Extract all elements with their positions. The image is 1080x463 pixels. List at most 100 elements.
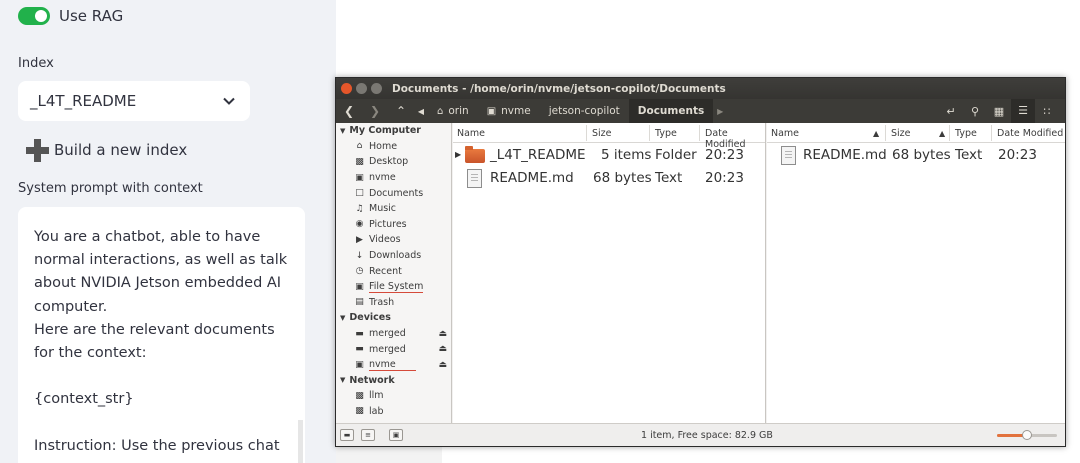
file-name: README.md	[803, 147, 887, 163]
maximize-window-button[interactable]	[371, 83, 382, 94]
column-size[interactable]: Size	[891, 128, 911, 139]
hide-sidebar-button[interactable]: ▣	[389, 429, 403, 441]
breadcrumb-right-icon[interactable]: ▶	[713, 107, 727, 116]
place-file-system[interactable]: ▣ File System	[336, 279, 451, 295]
use-rag-toggle-row[interactable]: Use RAG	[18, 4, 123, 28]
column-size[interactable]: Size	[592, 128, 612, 139]
up-arrow-icon[interactable]: ⌃	[388, 104, 414, 118]
sort-ascending-icon[interactable]: ▲	[873, 129, 879, 138]
breadcrumb-orin[interactable]: ⌂ orin	[428, 99, 478, 123]
plus-icon	[26, 138, 49, 162]
place-videos[interactable]: ▶ Videos	[336, 232, 451, 248]
text-file-icon	[781, 146, 796, 165]
file-row[interactable]: README.md 68 bytes Text 20:23	[767, 144, 1065, 167]
section-devices[interactable]: ▼ Devices	[336, 310, 451, 326]
toggle-knob	[35, 10, 47, 22]
eject-icon[interactable]: ⏏	[438, 329, 447, 339]
place-pictures[interactable]: ◉ Pictures	[336, 217, 451, 233]
compact-view-icon[interactable]: ∷	[1035, 105, 1059, 118]
icon-view-icon[interactable]: ▦	[987, 105, 1011, 118]
breadcrumb-nvme[interactable]: ▣ nvme	[478, 99, 540, 123]
trash-icon: ▤	[355, 297, 364, 308]
show-places-button[interactable]: ▬	[340, 429, 354, 441]
file-name: _L4T_README	[490, 147, 586, 163]
section-network[interactable]: ▼ Network	[336, 373, 451, 389]
index-select[interactable]: _L4T_README	[18, 81, 250, 121]
place-label: nvme	[369, 172, 396, 184]
system-prompt-textarea[interactable]: You are a chatbot, able to have normal i…	[18, 207, 305, 463]
section-my-computer[interactable]: ▼ My Computer	[336, 123, 451, 139]
file-row[interactable]: README.md 68 bytes Text 20:23	[453, 167, 765, 190]
zoom-slider[interactable]	[997, 430, 1057, 440]
place-recent[interactable]: ◷ Recent	[336, 263, 451, 279]
system-prompt-text: You are a chatbot, able to have normal i…	[34, 229, 288, 454]
device-nvme[interactable]: ▣ nvme ⏏	[336, 357, 451, 373]
breadcrumb-label: orin	[448, 105, 469, 117]
drive-icon: ▬	[355, 328, 364, 339]
place-desktop[interactable]: ▩ Desktop	[336, 154, 451, 170]
place-label: merged	[369, 328, 406, 340]
index-select-value: _L4T_README	[30, 92, 137, 110]
place-music[interactable]: ♫ Music	[336, 201, 451, 217]
desktop-icon: ▩	[355, 156, 364, 167]
column-name[interactable]: Name	[457, 128, 485, 139]
downloads-icon: ↓	[355, 250, 364, 261]
place-trash[interactable]: ▤ Trash	[336, 295, 451, 311]
device-merged-1[interactable]: ▬ merged ⏏	[336, 326, 451, 342]
file-size: 68 bytes	[593, 170, 652, 186]
back-arrow-icon[interactable]: ❮	[336, 104, 362, 118]
recent-icon: ◷	[355, 266, 364, 277]
breadcrumb-documents[interactable]: Documents	[628, 99, 714, 123]
network-lab[interactable]: ▩ lab	[336, 404, 451, 420]
pictures-icon: ◉	[355, 219, 364, 230]
forward-arrow-icon[interactable]: ❯	[362, 104, 388, 118]
place-documents[interactable]: □ Documents	[336, 185, 451, 201]
home-icon: ⌂	[356, 141, 363, 152]
column-type[interactable]: Type	[955, 128, 977, 139]
nav-toolbar: ❮ ❯ ⌃ ◀ ⌂ orin ▣ nvme jetson-copilot Docum…	[336, 99, 1065, 123]
status-bar: ▬ ≡ ▣ 1 item, Free space: 82.9 GB	[336, 423, 1065, 446]
places-sidebar: ▼ My Computer ⌂ Home ▩ Desktop ▣ nvme □ Docum…	[336, 123, 452, 423]
build-index-button[interactable]: Build a new index	[26, 138, 187, 162]
network-llm[interactable]: ▩ llm	[336, 388, 451, 404]
list-view-icon[interactable]: ☰	[1011, 99, 1035, 123]
minimize-window-button[interactable]	[356, 83, 367, 94]
place-label: nvme	[369, 359, 416, 371]
column-date[interactable]: Date Modified	[997, 128, 1063, 139]
drive-icon: ▣	[486, 105, 497, 117]
place-label: Documents	[369, 187, 424, 199]
breadcrumb-jetson-copilot[interactable]: jetson-copilot	[540, 99, 629, 123]
file-date: 20:23	[705, 170, 744, 186]
sort-icon[interactable]: ▲	[939, 129, 945, 138]
column-name[interactable]: Name	[771, 128, 799, 139]
column-type[interactable]: Type	[655, 128, 677, 139]
build-index-label: Build a new index	[54, 141, 188, 159]
breadcrumb-label: Documents	[637, 105, 705, 117]
file-manager-window: Documents - /home/orin/nvme/jetson-copil…	[335, 77, 1066, 447]
place-downloads[interactable]: ↓ Downloads	[336, 248, 451, 264]
file-pane-left: Name Size Type Date Modified ▶ _L4T_READ…	[453, 123, 766, 423]
column-header: Name ▲ Size ▲ Type Date Modified	[767, 123, 1065, 143]
window-titlebar[interactable]: Documents - /home/orin/nvme/jetson-copil…	[336, 78, 1065, 99]
network-icon: ▩	[355, 390, 364, 401]
close-window-button[interactable]	[341, 83, 352, 94]
place-home[interactable]: ⌂ Home	[336, 139, 451, 155]
eject-icon[interactable]: ⏏	[438, 344, 447, 354]
place-nvme[interactable]: ▣ nvme	[336, 170, 451, 186]
chevron-down-icon	[223, 97, 235, 105]
place-label: Downloads	[369, 250, 422, 262]
location-toggle-icon[interactable]: ↵	[939, 105, 963, 118]
breadcrumb-left-icon[interactable]: ◀	[414, 107, 428, 116]
device-merged-2[interactable]: ▬ merged ⏏	[336, 341, 451, 357]
place-label: lab	[369, 405, 384, 417]
show-tree-button[interactable]: ≡	[361, 429, 375, 441]
use-rag-toggle[interactable]	[18, 7, 50, 25]
expand-triangle-icon[interactable]: ▶	[455, 150, 461, 159]
file-row[interactable]: ▶ _L4T_README 5 items Folder 20:23	[453, 144, 765, 167]
zoom-slider-handle[interactable]	[1022, 430, 1032, 440]
column-header: Name Size Type Date Modified	[453, 123, 765, 150]
search-icon[interactable]: ⚲	[963, 105, 987, 118]
eject-icon[interactable]: ⏏	[438, 360, 447, 370]
breadcrumb-label: jetson-copilot	[548, 105, 620, 117]
textarea-scrollbar[interactable]	[298, 420, 303, 463]
